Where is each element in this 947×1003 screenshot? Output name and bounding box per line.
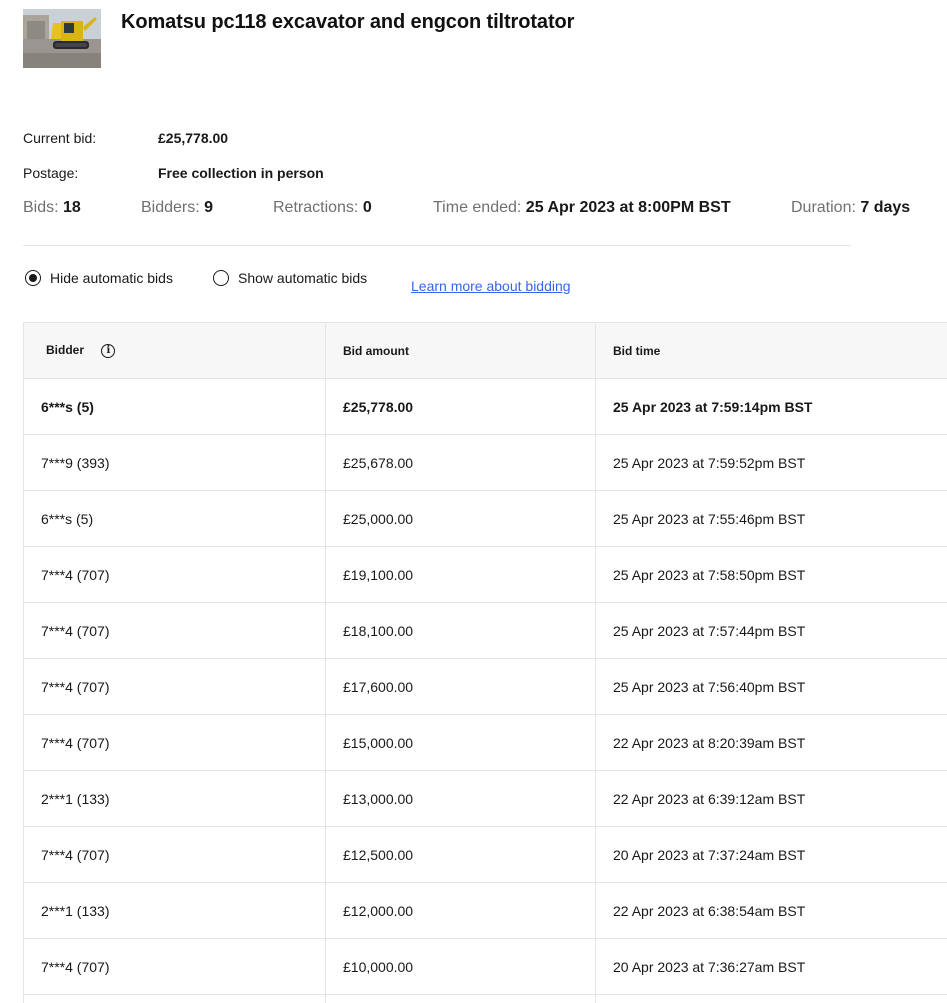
bidder-cell: 7***4 (707) xyxy=(23,826,326,883)
radio-unselected-icon[interactable] xyxy=(213,270,229,286)
info-icon[interactable]: i xyxy=(101,343,116,358)
table-row: 2***1 (133) £12,000.00 22 Apr 2023 at 6:38… xyxy=(23,882,947,939)
retractions-label: Retractions: xyxy=(273,199,359,216)
bid-rows: 6***s (5) £25,778.00 25 Apr 2023 at 7:59:1… xyxy=(23,378,947,1003)
bidder-column-header: Bidder i xyxy=(23,322,326,379)
bid-time-cell: 22 Apr 2023 at 8:20:39am BST xyxy=(595,714,947,771)
postage-value: Free collection in person xyxy=(158,165,324,181)
bid-time-cell: 25 Apr 2023 at 7:58:50pm BST xyxy=(595,546,947,603)
bid-time-cell: 25 Apr 2023 at 7:56:40pm BST xyxy=(595,658,947,715)
bid-amount-cell: £15,000.00 xyxy=(325,714,596,771)
bid-time-cell: 25 Apr 2023 at 7:59:14pm BST xyxy=(595,378,947,435)
duration-stat: Duration: 7 days xyxy=(791,199,910,217)
table-row: 2***1 (133) £13,000.00 22 Apr 2023 at 6:39… xyxy=(23,770,947,827)
learn-more-link[interactable]: Learn more about bidding xyxy=(411,278,571,294)
bid-time-cell: 20 Apr 2023 at 7:37:24am BST xyxy=(595,826,947,883)
bid-amount-cell: £12,500.00 xyxy=(325,826,596,883)
bidders-value: 9 xyxy=(204,199,214,216)
time-ended-label: Time ended: xyxy=(433,199,522,216)
bid-amount-cell: £25,000.00 xyxy=(325,490,596,547)
excavator-image xyxy=(23,9,101,68)
hide-automatic-bids-radio[interactable]: Hide automatic bids xyxy=(25,270,173,286)
bidder-cell: 7***4 (707) xyxy=(23,602,326,659)
bid-amount-cell: £25,678.00 xyxy=(325,434,596,491)
time-ended-stat: Time ended: 25 Apr 2023 at 8:00PM BST xyxy=(433,199,731,217)
bid-time-cell: 25 Apr 2023 at 7:55:46pm BST xyxy=(595,490,947,547)
bidder-header-label: Bidder xyxy=(46,343,85,358)
bid-amount-cell: £25,778.00 xyxy=(325,378,596,435)
bidder-cell xyxy=(23,994,326,1003)
table-row: 7***4 (707) £15,000.00 22 Apr 2023 at 8:20… xyxy=(23,714,947,771)
table-row: 7***4 (707) £12,500.00 20 Apr 2023 at 7:37… xyxy=(23,826,947,883)
radio-selected-icon[interactable] xyxy=(25,270,41,286)
item-thumbnail[interactable] xyxy=(23,9,101,68)
bid-time-cell: 22 Apr 2023 at 6:38:54am BST xyxy=(595,882,947,939)
bids-stat: Bids: 18 xyxy=(23,199,81,217)
retractions-value: 0 xyxy=(362,199,372,216)
bid-time-column-header: Bid time xyxy=(595,322,947,379)
bidder-cell: 7***4 (707) xyxy=(23,714,326,771)
bid-amount-column-header: Bid amount xyxy=(325,322,596,379)
duration-label: Duration: xyxy=(791,199,856,216)
bidder-cell: 2***1 (133) xyxy=(23,770,326,827)
bidders-label: Bidders: xyxy=(141,199,200,216)
bid-time-cell: 20 Apr 2023 at 7:36:27am BST xyxy=(595,938,947,995)
bid-amount-cell: £19,100.00 xyxy=(325,546,596,603)
bidders-stat: Bidders: 9 xyxy=(141,199,213,217)
table-row: 6***s (5) £25,778.00 25 Apr 2023 at 7:59:1… xyxy=(23,378,947,435)
bid-history-page: Komatsu pc118 excavator and engcon tiltr… xyxy=(0,0,947,1003)
table-row: 7***4 (707) £17,600.00 25 Apr 2023 at 7:56… xyxy=(23,658,947,715)
time-ended-value: 25 Apr 2023 at 8:00PM BST xyxy=(525,199,731,216)
bidder-cell: 7***4 (707) xyxy=(23,546,326,603)
bids-value: 18 xyxy=(63,199,81,216)
bidder-cell: 2***1 (133) xyxy=(23,882,326,939)
bid-amount-cell: £12,000.00 xyxy=(325,882,596,939)
table-row: 6***s (5) £25,000.00 25 Apr 2023 at 7:55:4… xyxy=(23,490,947,547)
bidder-cell: 7***4 (707) xyxy=(23,938,326,995)
duration-value: 7 days xyxy=(860,199,911,216)
item-title[interactable]: Komatsu pc118 excavator and engcon tiltr… xyxy=(121,11,574,34)
show-automatic-bids-radio[interactable]: Show automatic bids xyxy=(213,270,367,286)
bid-time-cell: 22 Apr 2023 at 6:39:12am BST xyxy=(595,770,947,827)
bid-amount-cell xyxy=(325,994,596,1003)
bidder-cell: 7***9 (393) xyxy=(23,434,326,491)
bid-amount-cell: £18,100.00 xyxy=(325,602,596,659)
bid-amount-cell: £17,600.00 xyxy=(325,658,596,715)
table-row: 7***4 (707) £10,000.00 20 Apr 2023 at 7:36… xyxy=(23,938,947,995)
bidder-cell: 6***s (5) xyxy=(23,490,326,547)
table-row xyxy=(23,994,947,1003)
current-bid-value: £25,778.00 xyxy=(158,130,229,146)
divider xyxy=(23,245,851,246)
bidder-cell: 6***s (5) xyxy=(23,378,326,435)
postage-label: Postage: xyxy=(23,165,79,181)
table-row: 7***4 (707) £18,100.00 25 Apr 2023 at 7:57… xyxy=(23,602,947,659)
current-bid-label: Current bid: xyxy=(23,130,97,146)
bid-time-cell: 25 Apr 2023 at 7:59:52pm BST xyxy=(595,434,947,491)
hide-automatic-bids-label: Hide automatic bids xyxy=(50,270,173,286)
retractions-stat: Retractions: 0 xyxy=(273,199,372,217)
table-row: 7***4 (707) £19,100.00 25 Apr 2023 at 7:58… xyxy=(23,546,947,603)
bid-amount-cell: £10,000.00 xyxy=(325,938,596,995)
bid-history-table: Bidder i Bid amount Bid time 6***s (5) £2… xyxy=(23,322,947,1003)
bid-time-cell xyxy=(595,994,947,1003)
bid-amount-cell: £13,000.00 xyxy=(325,770,596,827)
table-row: 7***9 (393) £25,678.00 25 Apr 2023 at 7:59… xyxy=(23,434,947,491)
bidder-cell: 7***4 (707) xyxy=(23,658,326,715)
bid-time-cell: 25 Apr 2023 at 7:57:44pm BST xyxy=(595,602,947,659)
table-header-row: Bidder i Bid amount Bid time xyxy=(23,322,947,379)
show-automatic-bids-label: Show automatic bids xyxy=(238,270,368,286)
bids-label: Bids: xyxy=(23,199,59,216)
